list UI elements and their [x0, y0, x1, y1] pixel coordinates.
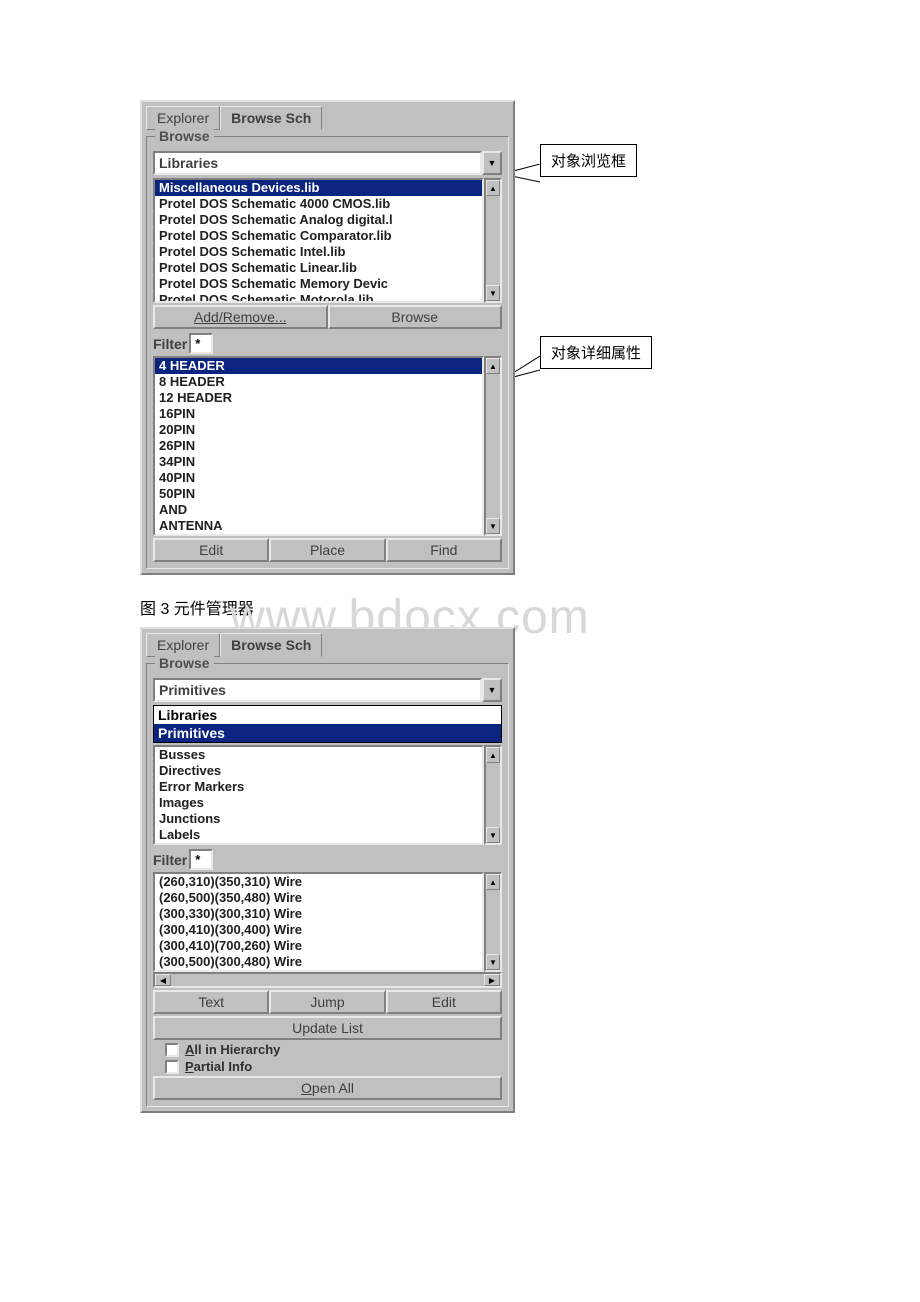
scrollbar[interactable]: ▲ ▼: [484, 178, 502, 303]
list-item[interactable]: (300,410)(700,260) Wire: [155, 938, 482, 954]
list-item[interactable]: Junctions: [155, 811, 482, 827]
checkbox-label: Partial Info: [185, 1059, 252, 1074]
checkbox-all-hierarchy[interactable]: All in Hierarchy: [165, 1042, 502, 1057]
update-list-button[interactable]: Update List: [153, 1016, 502, 1040]
edit-button[interactable]: Edit: [386, 990, 502, 1014]
edit-button[interactable]: Edit: [153, 538, 269, 562]
list-item[interactable]: Protel DOS Schematic 4000 CMOS.lib: [155, 196, 482, 212]
scrollbar[interactable]: ▲ ▼: [484, 356, 502, 536]
scroll-up-icon[interactable]: ▲: [486, 874, 500, 890]
list-item[interactable]: Protel DOS Schematic Intel.lib: [155, 244, 482, 260]
checkbox-partial-info[interactable]: Partial Info: [165, 1059, 502, 1074]
dropdown-primitives[interactable]: Primitives ▼: [153, 678, 502, 702]
list-item[interactable]: 34PIN: [155, 454, 482, 470]
scroll-up-icon[interactable]: ▲: [486, 358, 500, 374]
group-browse-2: Browse Primitives ▼ Libraries Primitives…: [146, 663, 509, 1107]
dropdown-value: Primitives: [153, 678, 482, 702]
chevron-down-icon[interactable]: ▼: [482, 678, 502, 702]
list-item[interactable]: 12 HEADER: [155, 390, 482, 406]
panel-browse-sch-2: Explorer Browse Sch Browse Primitives ▼ …: [140, 627, 515, 1113]
callout-detail: 对象详细属性: [540, 336, 652, 369]
dropdown-libraries[interactable]: Libraries ▼: [153, 151, 502, 175]
dropdown-option[interactable]: Libraries: [154, 706, 501, 724]
list-item[interactable]: Protel DOS Schematic Motorola.lib: [155, 292, 482, 303]
list-item[interactable]: BATTERY: [155, 534, 482, 536]
scroll-up-icon[interactable]: ▲: [486, 747, 500, 763]
scroll-down-icon[interactable]: ▼: [486, 827, 500, 843]
list-item[interactable]: (300,500)(300,480) Wire: [155, 954, 482, 970]
list-item[interactable]: 20PIN: [155, 422, 482, 438]
list-item[interactable]: 4 HEADER: [155, 358, 482, 374]
list-item[interactable]: Busses: [155, 747, 482, 763]
scrollbar[interactable]: ▲ ▼: [484, 872, 502, 972]
open-all-button[interactable]: Open All: [153, 1076, 502, 1100]
filter-input[interactable]: *: [189, 333, 213, 354]
scroll-down-icon[interactable]: ▼: [486, 518, 500, 534]
group-title-browse: Browse: [155, 655, 214, 671]
list-item[interactable]: Images: [155, 795, 482, 811]
scroll-down-icon[interactable]: ▼: [486, 285, 500, 301]
filter-label: Filter: [153, 336, 189, 352]
list-item[interactable]: 16PIN: [155, 406, 482, 422]
scroll-left-icon[interactable]: ◀: [155, 974, 171, 986]
panel-browse-sch-1: Explorer Browse Sch Browse Libraries ▼ M…: [140, 100, 515, 575]
tab-browse-sch[interactable]: Browse Sch: [220, 633, 322, 657]
tab-explorer[interactable]: Explorer: [146, 633, 220, 657]
checkbox-label: All in Hierarchy: [185, 1042, 280, 1057]
jump-button[interactable]: Jump: [269, 990, 385, 1014]
add-remove-button[interactable]: Add/Remove...: [153, 305, 328, 329]
tab-explorer[interactable]: Explorer: [146, 106, 220, 130]
checkbox-icon[interactable]: [165, 1060, 179, 1074]
group-browse-1: Browse Libraries ▼ Miscellaneous Devices…: [146, 136, 509, 569]
list-item[interactable]: Protel DOS Schematic Linear.lib: [155, 260, 482, 276]
place-button[interactable]: Place: [269, 538, 385, 562]
list-item[interactable]: Protel DOS Schematic Comparator.lib: [155, 228, 482, 244]
scrollbar[interactable]: ▲ ▼: [484, 745, 502, 845]
list-item[interactable]: Labels: [155, 827, 482, 843]
list-item[interactable]: (260,310)(350,310) Wire: [155, 874, 482, 890]
list-item[interactable]: Error Markers: [155, 779, 482, 795]
wires-list[interactable]: (260,310)(350,310) Wire (260,500)(350,48…: [153, 872, 502, 972]
list-item[interactable]: 40PIN: [155, 470, 482, 486]
checkbox-icon[interactable]: [165, 1043, 179, 1057]
list-item[interactable]: (260,500)(350,480) Wire: [155, 890, 482, 906]
scroll-down-icon[interactable]: ▼: [486, 954, 500, 970]
dropdown-option[interactable]: Primitives: [154, 724, 501, 742]
h-scrollbar[interactable]: ◀ ▶: [153, 972, 502, 988]
list-item[interactable]: (300,410)(300,400) Wire: [155, 922, 482, 938]
scroll-up-icon[interactable]: ▲: [486, 180, 500, 196]
filter-input[interactable]: *: [189, 849, 213, 870]
tabs-2: Explorer Browse Sch: [146, 633, 509, 657]
libraries-list[interactable]: Miscellaneous Devices.lib Protel DOS Sch…: [153, 178, 502, 303]
list-item[interactable]: (300,330)(300,310) Wire: [155, 906, 482, 922]
list-item[interactable]: 8 HEADER: [155, 374, 482, 390]
list-item[interactable]: Protel DOS Schematic Analog digital.l: [155, 212, 482, 228]
components-list[interactable]: 4 HEADER 8 HEADER 12 HEADER 16PIN 20PIN …: [153, 356, 502, 536]
text-button[interactable]: Text: [153, 990, 269, 1014]
list-item[interactable]: AND: [155, 502, 482, 518]
tab-browse-sch[interactable]: Browse Sch: [220, 106, 322, 130]
chevron-down-icon[interactable]: ▼: [482, 151, 502, 175]
list-item[interactable]: Miscellaneous Devices.lib: [155, 180, 482, 196]
browse-button[interactable]: Browse: [328, 305, 503, 329]
list-item[interactable]: ANTENNA: [155, 518, 482, 534]
list-item[interactable]: Directives: [155, 763, 482, 779]
list-item[interactable]: 26PIN: [155, 438, 482, 454]
filter-label: Filter: [153, 852, 189, 868]
categories-list[interactable]: Busses Directives Error Markers Images J…: [153, 745, 502, 845]
dropdown-value: Libraries: [153, 151, 482, 175]
dropdown-options-open[interactable]: Libraries Primitives: [153, 705, 502, 743]
tabs-1: Explorer Browse Sch: [146, 106, 509, 130]
callout-browse: 对象浏览框: [540, 144, 637, 177]
find-button[interactable]: Find: [386, 538, 502, 562]
list-item[interactable]: 50PIN: [155, 486, 482, 502]
scroll-right-icon[interactable]: ▶: [484, 974, 500, 986]
group-title-browse: Browse: [155, 128, 214, 144]
list-item[interactable]: Protel DOS Schematic Memory Devic: [155, 276, 482, 292]
